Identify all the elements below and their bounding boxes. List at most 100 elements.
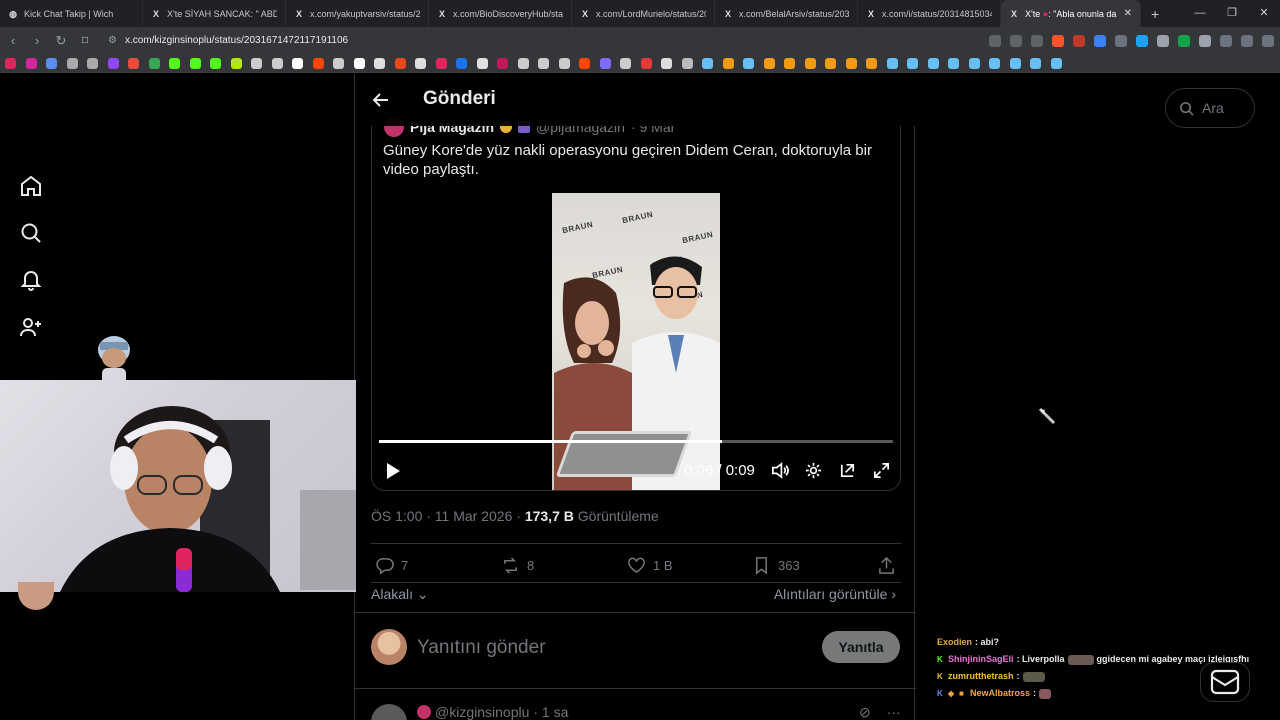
extension-icon[interactable] xyxy=(1136,34,1148,47)
like-action[interactable]: 1 B xyxy=(627,556,673,575)
related-dropdown[interactable]: Alakalı ⌄ xyxy=(371,586,429,603)
extension-icon[interactable] xyxy=(1115,34,1127,47)
bookmark-icon[interactable] xyxy=(640,57,652,69)
bookmark-icon[interactable] xyxy=(128,57,139,69)
bookmark-steam-icon[interactable] xyxy=(907,57,918,69)
play-button[interactable] xyxy=(384,461,402,481)
volume-icon[interactable] xyxy=(770,461,789,480)
bookmark-steam-icon[interactable] xyxy=(989,57,1000,69)
extension-icon[interactable] xyxy=(1073,34,1085,47)
back-nav-icon[interactable]: ‹ xyxy=(6,33,20,48)
reply-button[interactable]: Yanıtla xyxy=(822,631,900,663)
bookmark-icon[interactable] xyxy=(497,57,508,69)
author-handle[interactable]: @kizginsinoplu xyxy=(435,704,529,720)
menu-icon[interactable] xyxy=(1262,34,1274,47)
more-options-icon[interactable]: ··· xyxy=(887,704,901,720)
bookmark-icon[interactable] xyxy=(825,57,836,69)
video-progress-bar[interactable] xyxy=(379,440,893,443)
post-time[interactable]: · 1 sa xyxy=(533,704,568,720)
close-tab-icon[interactable]: ✕ xyxy=(1124,8,1132,19)
bookmark-icon[interactable] xyxy=(435,57,447,69)
extension-icon[interactable] xyxy=(1178,34,1190,47)
follow-person-icon[interactable] xyxy=(18,315,44,339)
extension-icon[interactable] xyxy=(1157,34,1169,47)
settings-gear-icon[interactable] xyxy=(804,461,823,480)
puzzle-icon[interactable] xyxy=(1199,34,1211,47)
bookmark-kick-icon[interactable] xyxy=(169,57,180,69)
folder-icon[interactable] xyxy=(681,57,693,69)
bookmark-steam-icon[interactable] xyxy=(743,57,754,69)
bookmark-icon[interactable] xyxy=(66,57,78,69)
bookmark-icon[interactable] xyxy=(661,57,672,69)
home-icon[interactable] xyxy=(18,174,44,198)
tab-yakuptvarsiv[interactable]: X x.com/yakuptvarsiv/status/203 xyxy=(286,0,429,27)
bookmark-icon[interactable]: ⌑ xyxy=(78,33,92,49)
brave-shield-icon[interactable] xyxy=(1052,34,1064,47)
reply-input[interactable]: Yanıtını gönder xyxy=(417,637,546,659)
bookmark-icon[interactable] xyxy=(333,57,344,69)
bookmark-icon[interactable] xyxy=(763,57,775,69)
bookmark-steam-icon[interactable] xyxy=(702,57,713,69)
post-timestamp[interactable]: ÖS 1:00 · 11 Mar 2026 · xyxy=(371,508,525,524)
search-icon[interactable] xyxy=(18,221,44,245)
bookmark-icon[interactable] xyxy=(353,57,365,69)
maximize-button[interactable]: ❐ xyxy=(1216,0,1248,27)
bookmark-steam-icon[interactable] xyxy=(1050,57,1062,69)
tab-active[interactable]: X X'te ●: "Abla onunla da k ✕ xyxy=(1001,0,1141,27)
bookmark-icon[interactable] xyxy=(87,57,98,69)
bookmark-icon[interactable] xyxy=(251,57,262,69)
new-tab-button[interactable]: + xyxy=(1141,6,1169,22)
tab-lordmurielo[interactable]: X x.com/LordMurielo/status/203 xyxy=(572,0,715,27)
bookmark-action[interactable]: 363 xyxy=(752,556,800,575)
video-player[interactable]: BRAUN BRAUN BRAUN BRAUN BRAUN BRAUN xyxy=(372,193,900,490)
bookmark-icon[interactable] xyxy=(784,57,795,69)
bookmark-icon[interactable] xyxy=(845,57,857,69)
bookmark-icon[interactable] xyxy=(722,57,734,69)
extension-icon[interactable] xyxy=(1094,34,1106,47)
grok-icon[interactable]: ⊘ xyxy=(859,704,871,720)
bookmark-steam-icon[interactable] xyxy=(1030,57,1041,69)
site-info-icon[interactable]: ⚙ xyxy=(108,35,117,46)
minimize-button[interactable]: — xyxy=(1184,0,1216,27)
bookmark-icon[interactable] xyxy=(620,57,631,69)
bookmark-x-icon[interactable] xyxy=(292,57,303,69)
bookmark-steam-icon[interactable] xyxy=(1009,57,1021,69)
bookmark-icon[interactable] xyxy=(866,57,877,69)
bookmark-instagram-icon[interactable] xyxy=(25,57,37,69)
tab-i-status[interactable]: X x.com/i/status/2031481503406 xyxy=(858,0,1001,27)
zoom-icon[interactable] xyxy=(989,34,1001,47)
tab-belalarsiv[interactable]: X x.com/BelalArsiv/status/20314 xyxy=(715,0,858,27)
fullscreen-icon[interactable] xyxy=(872,461,891,480)
back-arrow-icon[interactable] xyxy=(371,90,391,110)
bookmark-icon[interactable] xyxy=(456,57,467,69)
bookmark-kick-icon[interactable] xyxy=(210,57,221,69)
bookmark-kick-icon[interactable] xyxy=(189,57,201,69)
bookmark-icon[interactable] xyxy=(271,57,283,69)
bookmark-twitch-icon[interactable] xyxy=(107,57,119,69)
bookmark-icon[interactable] xyxy=(517,57,529,69)
notifications-bell-icon[interactable] xyxy=(18,268,44,292)
media-icon[interactable] xyxy=(1241,34,1253,47)
reply-action[interactable]: 7 xyxy=(375,556,408,575)
tab-kick-chat[interactable]: ◍ Kick Chat Takip | Wich xyxy=(0,0,143,27)
share-icon[interactable] xyxy=(1031,34,1043,47)
bookmark-reddit-icon[interactable] xyxy=(312,57,324,69)
avatar[interactable] xyxy=(371,704,407,720)
forward-nav-icon[interactable]: › xyxy=(30,33,44,48)
bookmark-icon[interactable] xyxy=(804,57,816,69)
share-action[interactable] xyxy=(877,556,896,575)
avatar[interactable] xyxy=(371,629,407,665)
close-window-button[interactable]: ✕ xyxy=(1248,0,1280,27)
bookmark-steam-icon[interactable] xyxy=(968,57,980,69)
tab-siyah-sancak[interactable]: X X'te SİYAH SANCAK: " ABD' xyxy=(143,0,286,27)
bookmark-icon[interactable] xyxy=(46,57,57,69)
quoted-post-card[interactable]: Pija Magazin @pijamagazin · 9 Mar Güney … xyxy=(371,112,901,491)
bookmark-steam-icon[interactable] xyxy=(948,57,959,69)
tab-biodiscoveryhub[interactable]: X x.com/BioDiscoveryHub/status xyxy=(429,0,572,27)
bookmark-reddit-icon[interactable] xyxy=(579,57,590,69)
url-field[interactable]: ⚙ x.com/kizginsinoplu/status/20316714721… xyxy=(102,30,952,51)
messages-button[interactable] xyxy=(1200,662,1250,702)
bookmark-icon[interactable] xyxy=(415,57,426,69)
bookmark-icon[interactable] xyxy=(476,57,488,69)
search-box[interactable]: Ara xyxy=(1165,88,1255,128)
